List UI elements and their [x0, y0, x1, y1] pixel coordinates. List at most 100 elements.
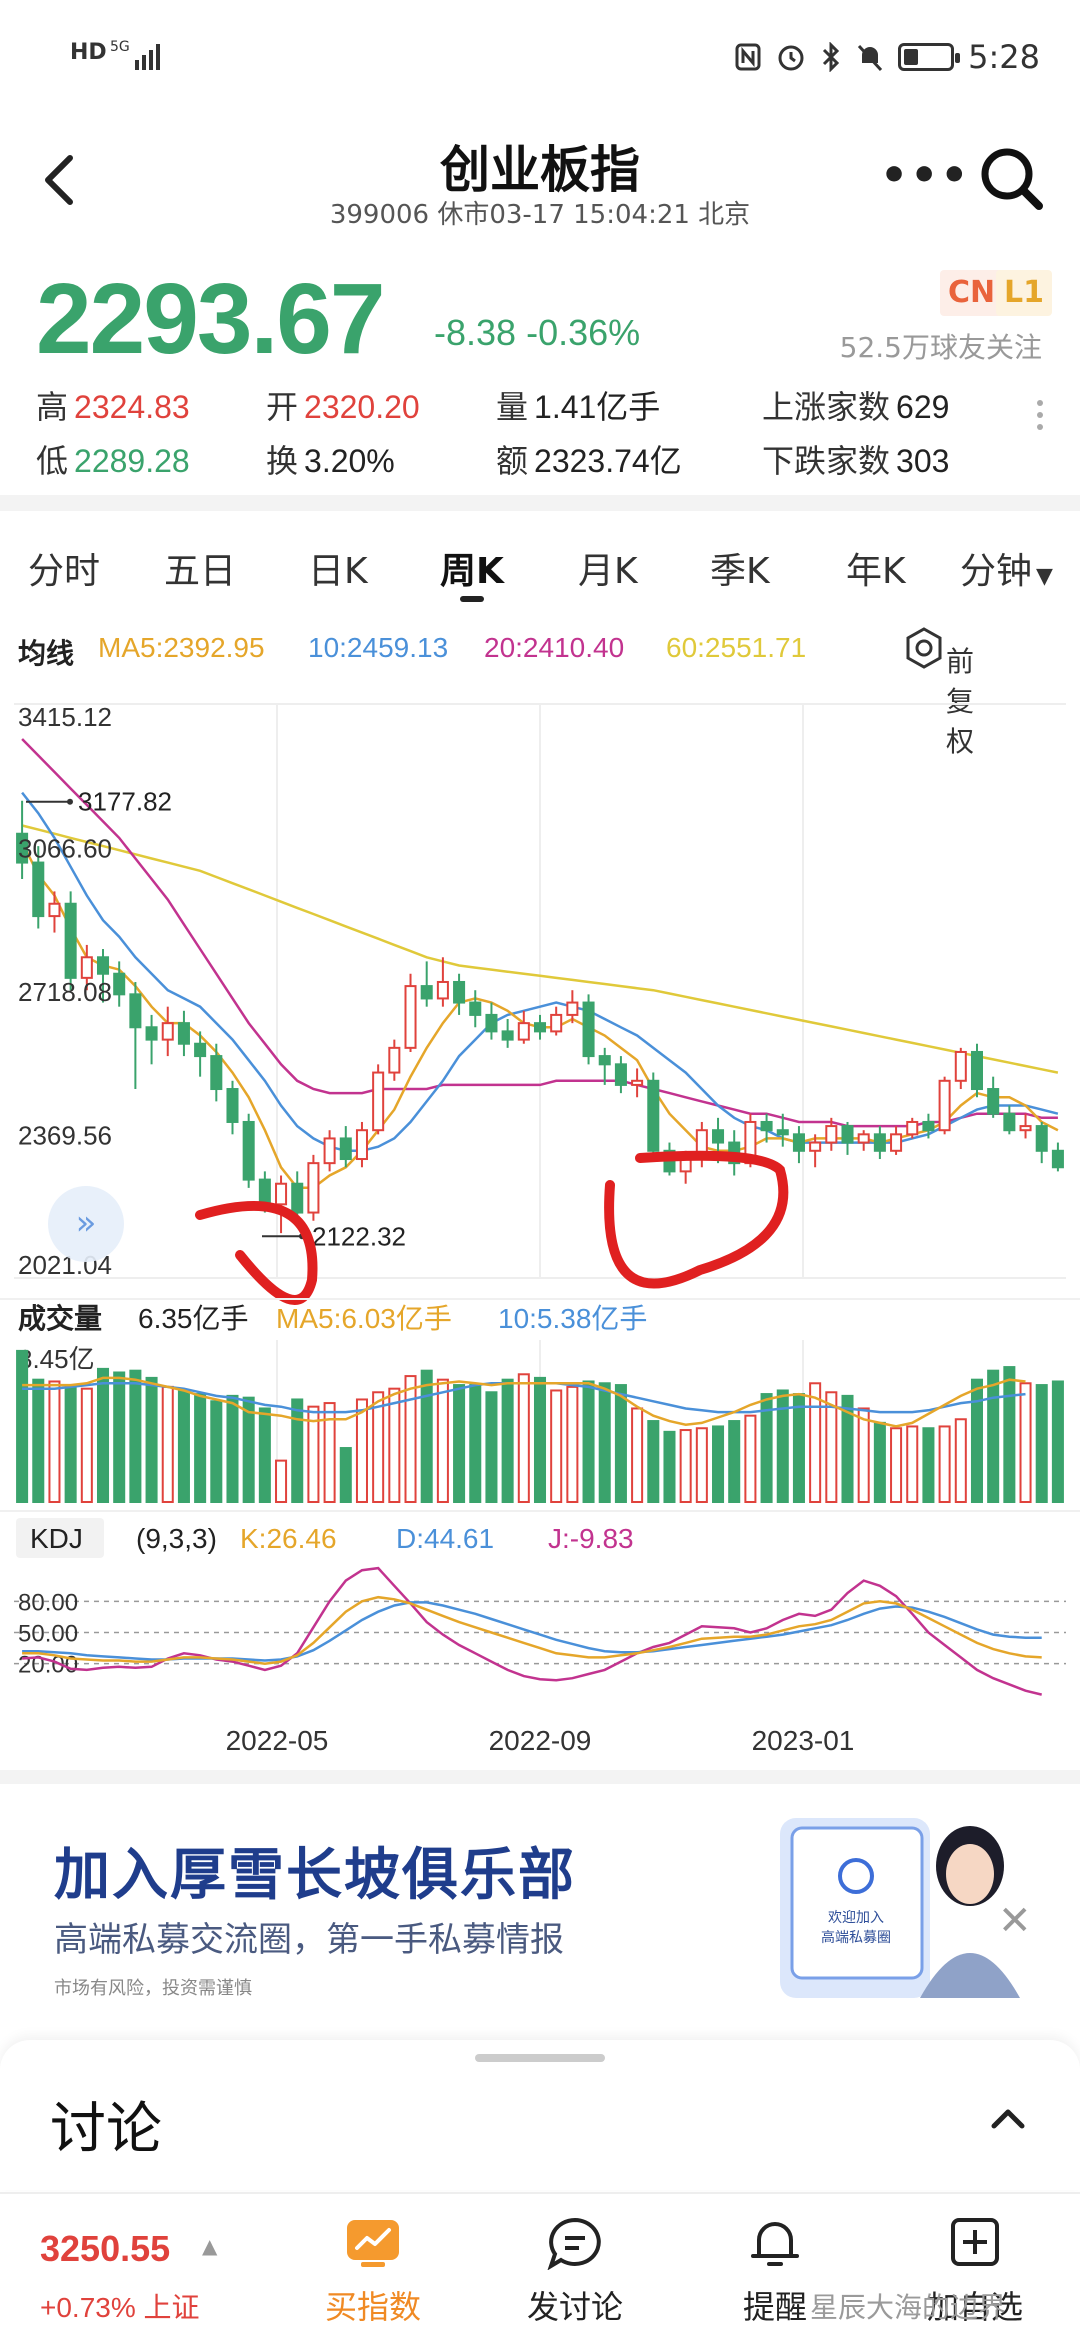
candle-body: [161, 1022, 174, 1041]
ma10-value: 10:2459.13: [308, 632, 449, 663]
candle-body: [226, 1088, 239, 1123]
stat-amount-label: 额: [496, 442, 529, 480]
volume-bar: [582, 1380, 595, 1504]
stat-down-count: 下跌家数 303: [762, 436, 949, 482]
ma-legend: 均线 MA5:2392.95 10:2459.13 20:2410.40 60:…: [0, 618, 1080, 758]
ma20-value: 20:2410.40: [484, 632, 625, 663]
kdj-divider: [0, 1510, 1080, 1512]
stat-volume: 量 1.41亿手: [496, 382, 660, 428]
ad-card-text-1: 欢迎加入: [828, 1910, 884, 1926]
stat-volume-label: 量: [496, 388, 529, 426]
volume-bar: [712, 1425, 725, 1503]
hd-indicator: HD: [70, 40, 107, 65]
search-icon[interactable]: [975, 142, 1047, 214]
trend-chart-icon: [347, 2220, 399, 2267]
kdj-j-value: J:-9.83: [548, 1523, 634, 1554]
volume-bar: [825, 1391, 838, 1504]
volume-bar: [647, 1420, 660, 1504]
buy-index-button[interactable]: 买指数: [298, 2216, 448, 2328]
stat-turnover-value: 3.20%: [304, 443, 395, 479]
tab-intraday[interactable]: 分时: [28, 542, 100, 594]
more-icon[interactable]: •••: [880, 150, 970, 201]
volume-bar: [1035, 1384, 1048, 1503]
tab-monthly[interactable]: 月K: [578, 542, 638, 594]
signal-icon: [135, 44, 160, 70]
volume-ma10: 10:5.38亿手: [498, 1303, 647, 1334]
section-divider: [0, 495, 1080, 511]
candle-body: [485, 1013, 498, 1033]
candle-body: [48, 902, 61, 918]
candle-body: [792, 1133, 805, 1152]
kdj-d-line: [22, 1601, 1042, 1662]
close-icon[interactable]: ✕: [998, 1898, 1032, 1944]
candle-body: [145, 1026, 158, 1041]
candle-body: [177, 1022, 190, 1045]
kdj-params: (9,3,3): [136, 1523, 217, 1554]
post-discussion-button[interactable]: 发讨论: [500, 2216, 650, 2328]
kline-chart[interactable]: 3415.123066.602718.082369.562021.04 3177…: [0, 680, 1080, 1770]
volume-bar: [226, 1394, 239, 1503]
caret-down-icon: ▼: [1036, 564, 1053, 589]
tab-daily[interactable]: 日K: [308, 542, 368, 594]
tab-weekly[interactable]: 周K: [440, 542, 504, 594]
tab-five-day[interactable]: 五日: [164, 542, 236, 594]
volume-bar: [275, 1459, 288, 1503]
candle-body: [987, 1088, 1000, 1115]
time-tick-label: 2022-05: [226, 1725, 329, 1756]
stat-amount: 额 2323.74亿: [496, 436, 682, 482]
volume-bar: [194, 1393, 207, 1503]
sh-index-change[interactable]: +0.73% 上证: [40, 2286, 200, 2326]
volume-bar: [32, 1378, 45, 1504]
volume-bar: [922, 1427, 935, 1504]
plus-square-icon: [951, 2218, 999, 2266]
price-tick-label: 3066.60: [18, 834, 112, 864]
battery-icon: [898, 43, 961, 71]
volume-bar: [291, 1398, 304, 1504]
network-type: 5G: [110, 39, 130, 55]
volume-ma5: MA5:6.03亿手: [276, 1303, 452, 1334]
tab-yearly[interactable]: 年K: [846, 542, 906, 594]
volume-bar: [550, 1389, 563, 1504]
ma-label: 均线: [18, 637, 75, 670]
low-marker-label: 2122.32: [312, 1221, 406, 1251]
stat-up-count: 上涨家数 629: [762, 382, 949, 428]
mute-icon: [858, 44, 883, 72]
followers-count[interactable]: 52.5万球友关注: [840, 326, 1042, 366]
adjust-toggle[interactable]: 前复权: [902, 626, 974, 758]
candle-body: [501, 1030, 514, 1041]
candle-body: [533, 1022, 547, 1033]
kdj-tick-label: 80.00: [18, 1589, 78, 1616]
volume-bar: [663, 1430, 676, 1503]
volume-bar: [113, 1371, 126, 1504]
volume-bar: [177, 1389, 190, 1504]
candle-body: [210, 1055, 223, 1091]
candle-body: [517, 1022, 530, 1041]
volume-bar: [469, 1384, 482, 1503]
stat-open: 开 2320.20: [266, 382, 420, 428]
candle-body: [825, 1125, 838, 1144]
ad-risk-note: 市场有风险，投资需谨慎: [54, 1978, 252, 1999]
stat-low: 低 2289.28: [36, 436, 190, 482]
tab-minute[interactable]: 分钟 ▼: [960, 542, 1053, 594]
tab-quarterly[interactable]: 季K: [710, 542, 770, 594]
more-stats-icon[interactable]: [1034, 400, 1046, 436]
candle-body: [323, 1137, 336, 1165]
volume-bar: [485, 1391, 498, 1504]
caret-up-icon: ▲: [202, 2234, 218, 2258]
candle-body: [1003, 1112, 1016, 1132]
ad-subtitle: 高端私募交流圈，第一手私募情报: [54, 1920, 564, 1960]
candle-body: [631, 1079, 644, 1086]
volume-bar: [631, 1407, 644, 1504]
chevron-up-icon[interactable]: [988, 2102, 1028, 2132]
candle-body: [1051, 1149, 1064, 1169]
time-axis: 2022-05 2022-09 2023-01: [226, 1725, 855, 1756]
drag-handle[interactable]: [475, 2054, 605, 2062]
candle-body: [550, 1013, 563, 1033]
candle-body: [420, 985, 433, 1000]
stat-high: 高 2324.83: [36, 382, 190, 428]
promo-banner[interactable]: 加入厚雪长坡俱乐部 高端私募交流圈，第一手私募情报 市场有风险，投资需谨慎 欢迎…: [0, 1790, 1080, 2020]
volume-bar: [744, 1414, 757, 1503]
quote-panel: 2293.67 -8.38 -0.36% CN L1 52.5万球友关注 高 23…: [0, 250, 1080, 495]
candle-body: [64, 902, 77, 979]
sh-index-price[interactable]: 3250.55: [40, 2228, 170, 2270]
